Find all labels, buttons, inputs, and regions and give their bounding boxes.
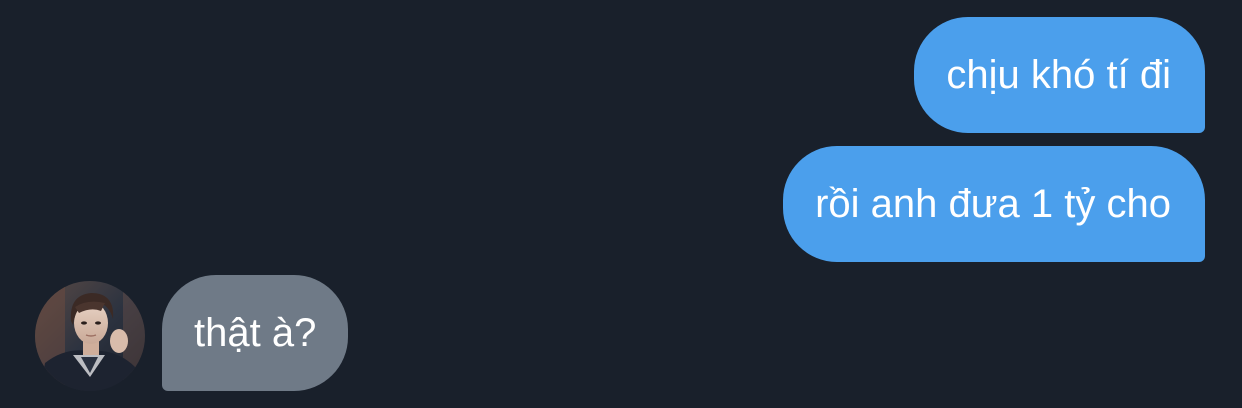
message-text: thật à? xyxy=(194,311,317,355)
avatar-photo-icon xyxy=(35,281,145,391)
message-text: chịu khó tí đi xyxy=(946,53,1171,97)
incoming-message-bubble[interactable]: thật à? xyxy=(162,275,349,391)
outgoing-message-bubble[interactable]: chịu khó tí đi xyxy=(914,17,1205,133)
outgoing-message-bubble[interactable]: rồi anh đưa 1 tỷ cho xyxy=(783,146,1205,262)
message-text: rồi anh đưa 1 tỷ cho xyxy=(815,182,1171,226)
avatar[interactable] xyxy=(35,281,145,391)
